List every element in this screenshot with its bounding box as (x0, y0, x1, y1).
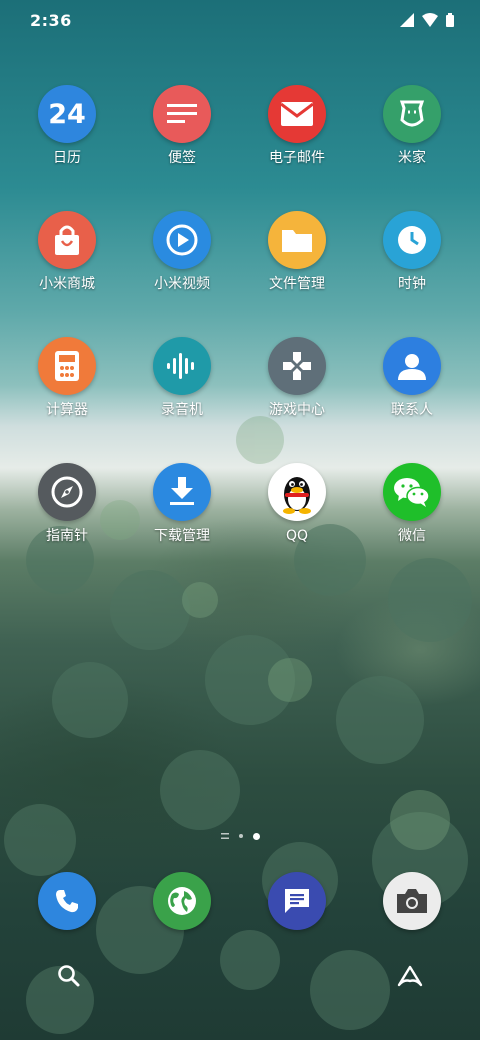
contact-icon (383, 337, 441, 395)
app-label: 便签 (168, 150, 196, 166)
calendar-day: 24 (48, 98, 86, 130)
app-compass[interactable]: 指南针 (12, 463, 122, 545)
app-label: 指南针 (46, 528, 88, 544)
app-label: 日历 (53, 150, 81, 166)
page-indicator-list-icon (220, 833, 229, 839)
app-label: 下载管理 (154, 528, 210, 544)
page-dot (238, 834, 243, 838)
app-file-manager[interactable]: 文件管理 (242, 211, 352, 293)
app-clock[interactable]: 时钟 (357, 211, 467, 293)
app-drawer-icon[interactable] (396, 964, 424, 988)
qq-penguin-icon (268, 463, 326, 521)
app-label: 文件管理 (269, 276, 325, 292)
play-icon (153, 211, 211, 269)
app-wechat[interactable]: 微信 (357, 463, 467, 545)
battery-icon (446, 13, 454, 27)
shopping-bag-icon (38, 211, 96, 269)
search-icon[interactable] (57, 964, 81, 988)
app-label: 小米视频 (154, 276, 210, 292)
app-calculator[interactable]: 计算器 (12, 337, 122, 419)
app-label: 微信 (398, 528, 426, 544)
app-label: 联系人 (391, 402, 433, 418)
status-icons (400, 13, 454, 27)
app-mi-store[interactable]: 小米商城 (12, 211, 122, 293)
calculator-icon (38, 337, 96, 395)
app-label: QQ (285, 528, 309, 544)
page-indicator[interactable] (0, 832, 480, 840)
app-recorder[interactable]: 录音机 (127, 337, 237, 419)
folder-icon (268, 211, 326, 269)
app-qq[interactable]: QQ (242, 463, 352, 545)
app-notes[interactable]: 便签 (127, 85, 237, 167)
app-calendar[interactable]: 24 日历 (12, 85, 122, 167)
app-label: 小米商城 (39, 276, 95, 292)
wifi-icon (422, 13, 438, 27)
clock-icon (383, 211, 441, 269)
app-label: 游戏中心 (269, 402, 325, 418)
app-label: 录音机 (161, 402, 203, 418)
app-game-center[interactable]: 游戏中心 (242, 337, 352, 419)
app-label: 米家 (398, 150, 426, 166)
page-dot-active (252, 832, 260, 840)
soundwave-icon (153, 337, 211, 395)
notes-icon (153, 85, 211, 143)
browser-globe-icon[interactable] (153, 872, 211, 930)
app-mi-video[interactable]: 小米视频 (127, 211, 237, 293)
app-label: 电子邮件 (269, 150, 325, 166)
app-email[interactable]: 电子邮件 (242, 85, 352, 167)
status-time: 2:36 (30, 11, 72, 30)
mail-icon (268, 85, 326, 143)
mijia-icon (383, 85, 441, 143)
wechat-icon (383, 463, 441, 521)
app-label: 时钟 (398, 276, 426, 292)
cell-signal-icon (400, 13, 414, 27)
phone-icon[interactable] (38, 872, 96, 930)
download-icon (153, 463, 211, 521)
app-contacts[interactable]: 联系人 (357, 337, 467, 419)
compass-icon (38, 463, 96, 521)
status-bar: 2:36 (0, 0, 480, 42)
calendar-icon: 24 (38, 85, 96, 143)
app-mijia[interactable]: 米家 (357, 85, 467, 167)
app-label: 计算器 (46, 402, 88, 418)
messages-icon[interactable] (268, 872, 326, 930)
gamepad-icon (268, 337, 326, 395)
camera-icon[interactable] (383, 872, 441, 930)
app-download-manager[interactable]: 下载管理 (127, 463, 237, 545)
